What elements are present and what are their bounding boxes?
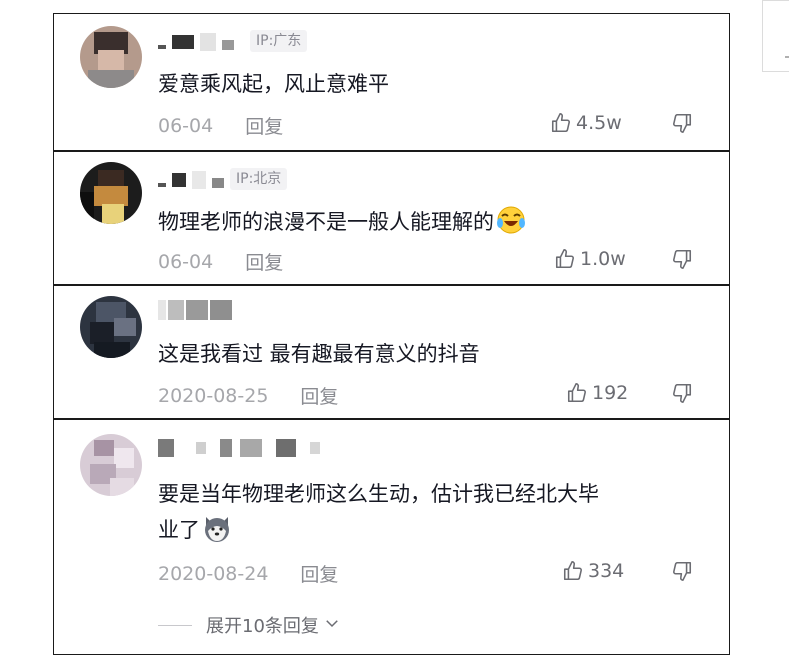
username-redacted[interactable]: [158, 170, 230, 190]
comment-item: 这是我看过 最有趣最有意义的抖音 2020-08-25 回复 192: [53, 285, 730, 419]
avatar[interactable]: [80, 434, 142, 496]
reply-button[interactable]: 回复: [300, 382, 338, 409]
reply-button[interactable]: 回复: [245, 248, 283, 275]
thumbs-up-icon: [566, 382, 588, 404]
comment-text-content: 物理老师的浪漫不是一般人能理解的: [158, 210, 494, 234]
thumbs-up-icon: [554, 248, 576, 270]
thumbs-down-icon: [671, 382, 693, 404]
comment-date: 2020-08-24: [158, 562, 269, 585]
thumbs-down-icon: [671, 248, 693, 270]
side-panel-edge: [762, 0, 789, 72]
like-count: 4.5w: [576, 112, 622, 134]
chevron-down-icon: [319, 614, 341, 637]
comment-date: 06-04: [158, 250, 214, 273]
like-button[interactable]: 1.0w: [554, 248, 626, 270]
like-count: 1.0w: [580, 248, 626, 270]
expand-replies-button[interactable]: 展开10条回复: [158, 612, 341, 638]
comment-text-line1: 要是当年物理老师这么生动，估计我已经北大毕: [158, 482, 599, 506]
expand-replies-label: 展开10条回复: [206, 616, 319, 637]
ip-location-badge: IP:广东: [250, 30, 308, 52]
laughing-crying-emoji: [496, 205, 526, 246]
like-button[interactable]: 4.5w: [550, 112, 622, 134]
dislike-button[interactable]: [671, 560, 693, 582]
comment-meta: 06-04 回复: [158, 248, 283, 275]
dislike-button[interactable]: [671, 248, 693, 270]
comment-item: 要是当年物理老师这么生动，估计我已经北大毕 业了 2020-08-24 回复 3…: [53, 419, 730, 655]
like-count: 192: [592, 382, 629, 404]
ip-location-badge: IP:北京: [230, 168, 288, 190]
avatar[interactable]: [80, 26, 142, 88]
comment-text: 物理老师的浪漫不是一般人能理解的: [158, 204, 526, 246]
like-count: 334: [588, 560, 625, 582]
dislike-button[interactable]: [671, 112, 693, 134]
husky-dog-emoji: [202, 513, 232, 554]
reply-button[interactable]: 回复: [300, 560, 338, 587]
thumbs-down-icon: [671, 112, 693, 134]
comment-text: 要是当年物理老师这么生动，估计我已经北大毕 业了: [158, 476, 599, 554]
comment-meta: 2020-08-25 回复: [158, 382, 338, 409]
comment-date: 2020-08-25: [158, 384, 269, 407]
comment-item: IP:广东 爱意乘风起，风止意难平 06-04 回复 4.5w: [53, 13, 730, 151]
avatar[interactable]: [80, 162, 142, 224]
comment-text-line2-content: 业了: [158, 518, 200, 542]
comment-meta: 2020-08-24 回复: [158, 560, 338, 587]
dislike-button[interactable]: [671, 382, 693, 404]
side-mark: [785, 56, 789, 58]
thumbs-up-icon: [550, 112, 572, 134]
avatar[interactable]: [80, 296, 142, 358]
thumbs-down-icon: [671, 560, 693, 582]
expand-divider: [158, 624, 192, 626]
reply-button[interactable]: 回复: [245, 112, 283, 139]
comment-meta: 06-04 回复: [158, 112, 283, 139]
username-redacted[interactable]: [158, 438, 326, 458]
username-redacted[interactable]: [158, 300, 238, 320]
comment-item: IP:北京 物理老师的浪漫不是一般人能理解的 06-04 回复 1.0w: [53, 151, 730, 285]
comment-text: 这是我看过 最有趣最有意义的抖音: [158, 342, 480, 366]
username-redacted[interactable]: [158, 32, 240, 52]
comment-date: 06-04: [158, 114, 214, 137]
like-button[interactable]: 334: [562, 560, 624, 582]
thumbs-up-icon: [562, 560, 584, 582]
comment-text: 爱意乘风起，风止意难平: [158, 72, 389, 96]
like-button[interactable]: 192: [566, 382, 628, 404]
comment-text-line2: 业了: [158, 512, 599, 554]
